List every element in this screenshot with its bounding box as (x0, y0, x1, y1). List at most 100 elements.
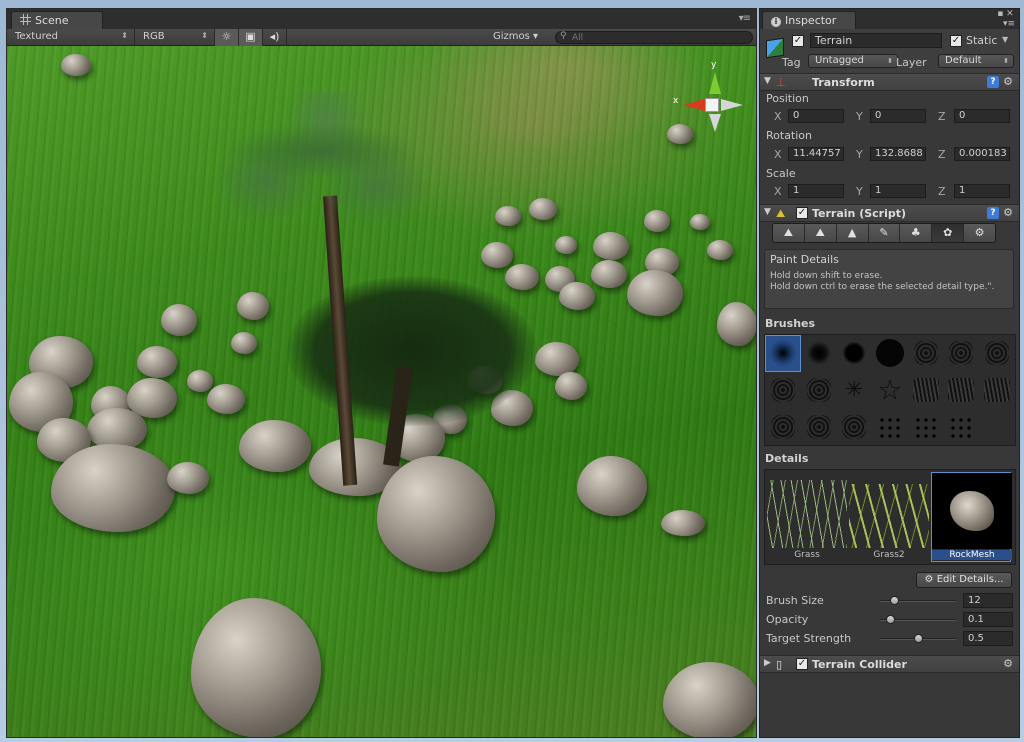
scene-fx-toggle[interactable]: ▣ (239, 29, 263, 46)
place-trees-tool[interactable]: ♣ (900, 224, 933, 242)
scene-audio-toggle[interactable]: ◂) (263, 29, 287, 46)
terrain-component-header[interactable]: ▼ ⛰ ✓ Terrain (Script) ? ⚙ (760, 204, 1019, 222)
rotation-label: Rotation (766, 129, 813, 142)
raise-lower-terrain-tool[interactable]: ⛰ (773, 224, 805, 242)
brush-option[interactable] (765, 372, 801, 409)
detail-item-grass2[interactable]: Grass2 (849, 472, 929, 562)
opacity-slider-thumb[interactable] (886, 615, 895, 624)
help-book-icon[interactable]: ? (987, 207, 999, 219)
render-mode-dropdown[interactable]: Textured ⬍ (7, 29, 135, 46)
gameobject-name-field[interactable] (810, 33, 942, 48)
brush-splat-icon (913, 341, 938, 366)
rotation-z-field[interactable]: 0.000183 (954, 147, 1010, 161)
brush-option[interactable] (979, 372, 1015, 409)
brush-option[interactable]: ✳ (836, 372, 872, 409)
gear-icon[interactable]: ⚙ (1003, 75, 1013, 88)
gizmo-y-axis-cone[interactable] (709, 72, 721, 94)
panel-menu-icon[interactable]: ▾≡ (739, 13, 751, 24)
rock (137, 346, 177, 378)
brush-size-label: Brush Size (766, 594, 824, 607)
brush-option[interactable] (765, 335, 801, 372)
brush-option[interactable] (801, 408, 837, 445)
smooth-height-tool[interactable]: ▲ (836, 224, 869, 242)
brush-option[interactable] (944, 372, 980, 409)
target-strength-field[interactable]: 0.5 (963, 631, 1013, 646)
brush-option[interactable] (944, 335, 980, 372)
brush-option[interactable] (836, 335, 872, 372)
foldout-collapsed-icon[interactable]: ▶ (764, 658, 771, 668)
brush-option[interactable] (908, 335, 944, 372)
scale-z-field[interactable]: 1 (954, 184, 1010, 198)
brush-option[interactable] (908, 408, 944, 445)
brush-option[interactable] (872, 408, 908, 445)
foldout-expanded-icon[interactable]: ▼ (764, 207, 771, 217)
layer-dropdown[interactable]: Default ⬍ (938, 54, 1014, 68)
terrain-collider-enabled-checkbox[interactable]: ✓ (796, 658, 808, 670)
position-y-field[interactable]: 0 (870, 109, 926, 123)
brush-option[interactable] (801, 372, 837, 409)
render-mode-value: Textured (15, 31, 58, 42)
terrain-collider-component-header[interactable]: ▶ ▯ ✓ Terrain Collider ⚙ (760, 655, 1019, 673)
tag-dropdown[interactable]: Untagged ⬍ (808, 54, 898, 68)
tab-inspector-label: Inspector (785, 14, 837, 27)
layer-label: Layer (896, 56, 927, 69)
scene-search-input[interactable] (572, 32, 742, 43)
terrain-icon: ⛰ (776, 207, 786, 220)
paint-details-tool[interactable]: ✿ (932, 224, 965, 242)
rock (559, 282, 595, 310)
brush-option[interactable] (801, 335, 837, 372)
gizmo-center-cube[interactable] (705, 98, 719, 112)
brush-option[interactable] (836, 408, 872, 445)
rotation-x-field[interactable]: 11.44757 (788, 147, 844, 161)
gizmo-x-axis-cone[interactable] (683, 99, 705, 111)
help-book-icon[interactable]: ? (987, 76, 999, 88)
gameobject-active-checkbox[interactable]: ✓ (792, 35, 804, 47)
gizmo-neg-x-axis-cone[interactable] (721, 99, 743, 111)
scene-orientation-gizmo[interactable]: y x (671, 60, 751, 140)
brush-option[interactable] (979, 335, 1015, 372)
scale-y-field[interactable]: 1 (870, 184, 926, 198)
gear-icon[interactable]: ⚙ (1003, 206, 1013, 219)
scale-z-label: Z (938, 185, 946, 198)
lock-icon[interactable]: ▪ ✕ (997, 9, 1015, 19)
window-controls[interactable]: ▪ ✕ ▾≡ (997, 9, 1015, 29)
tab-scene[interactable]: Scene (11, 11, 103, 29)
updown-arrow-icon: ⬍ (1003, 57, 1009, 65)
brush-dots-icon (877, 415, 902, 438)
opacity-field[interactable]: 0.1 (963, 612, 1013, 627)
paint-height-tool[interactable]: ⛰ (804, 224, 837, 242)
brush-size-field[interactable]: 12 (963, 593, 1013, 608)
position-z-field[interactable]: 0 (954, 109, 1010, 123)
gear-icon[interactable]: ⚙ (1003, 657, 1013, 670)
rock (239, 420, 311, 472)
edit-details-label: Edit Details... (936, 574, 1004, 585)
brush-option[interactable] (908, 372, 944, 409)
position-x-field[interactable]: 0 (788, 109, 844, 123)
brush-size-slider-thumb[interactable] (890, 596, 899, 605)
transform-component-header[interactable]: ▼ ⊥ Transform ? ⚙ (760, 73, 1019, 91)
detail-item-rockmesh[interactable]: RockMesh (931, 472, 1012, 562)
gizmos-dropdown[interactable]: Gizmos ▾ (493, 31, 538, 42)
gizmo-neg-y-axis-cone[interactable] (709, 114, 721, 132)
tab-inspector[interactable]: i Inspector (762, 11, 856, 29)
panel-menu-icon[interactable]: ▾≡ (997, 19, 1015, 29)
foldout-expanded-icon[interactable]: ▼ (764, 76, 771, 86)
brush-option[interactable] (944, 408, 980, 445)
color-mode-dropdown[interactable]: RGB ⬍ (135, 29, 215, 46)
paint-texture-tool[interactable]: ✎ (868, 224, 901, 242)
brush-option[interactable]: ☆ (872, 372, 908, 409)
terrain-enabled-checkbox[interactable]: ✓ (796, 207, 808, 219)
detail-item-grass[interactable]: Grass (767, 472, 847, 562)
static-dropdown-arrow-icon[interactable]: ▼ (1002, 35, 1008, 44)
target-strength-slider-thumb[interactable] (914, 634, 923, 643)
scale-x-field[interactable]: 1 (788, 184, 844, 198)
palm-tree-fronds (177, 91, 467, 241)
brush-option[interactable] (765, 408, 801, 445)
rotation-y-field[interactable]: 132.8688 (870, 147, 926, 161)
terrain-settings-tool[interactable]: ⚙ (964, 224, 995, 242)
static-checkbox[interactable]: ✓ (950, 35, 962, 47)
edit-details-button[interactable]: ⚙ Edit Details... (916, 572, 1012, 588)
scene-viewport[interactable]: y x (7, 46, 756, 737)
brush-option[interactable] (872, 335, 908, 372)
scene-lighting-toggle[interactable]: ☼ (215, 29, 239, 46)
